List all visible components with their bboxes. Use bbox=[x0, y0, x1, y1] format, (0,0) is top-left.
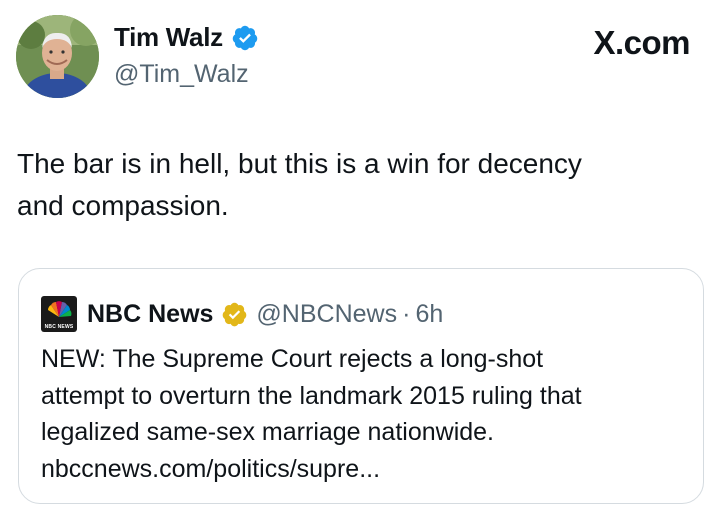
separator-dot: · bbox=[402, 299, 411, 328]
avatar[interactable] bbox=[16, 15, 99, 98]
nbc-logo-icon: NBC NEWS bbox=[41, 296, 77, 332]
author-name-text[interactable]: Tim Walz bbox=[114, 22, 223, 53]
site-label: X.com bbox=[593, 24, 690, 61]
tweet-text-line: The bar is in hell, but this is a win fo… bbox=[17, 148, 582, 179]
tweet-text: The bar is in hell, but this is a win fo… bbox=[17, 143, 707, 227]
quoted-tweet-text-line: attempt to overturn the landmark 2015 ru… bbox=[41, 381, 582, 410]
quoted-tweet-text-line: NEW: The Supreme Court rejects a long-sh… bbox=[41, 345, 544, 373]
author-name[interactable]: Tim Walz bbox=[114, 22, 259, 53]
quoted-tweet-text-line: legalized same-sex marriage nationwide. bbox=[41, 418, 495, 446]
quoted-tweet-card[interactable]: NBC NEWS NBC News @NBCNews · 6h NEW: The… bbox=[18, 268, 704, 504]
quoted-author-handle[interactable]: @NBCNews bbox=[256, 300, 397, 329]
quoted-author-name[interactable]: NBC News bbox=[87, 300, 213, 329]
verified-badge-icon bbox=[232, 25, 258, 50]
gold-verified-badge-icon bbox=[223, 302, 247, 326]
quoted-tweet-header: NBC NEWS NBC News @NBCNews · 6h bbox=[41, 296, 443, 332]
avatar-photo bbox=[16, 15, 99, 98]
timestamp[interactable]: 6h bbox=[415, 300, 443, 329]
nbc-logo-text: NBC NEWS bbox=[44, 324, 74, 330]
tweet-text-line: and compassion. bbox=[17, 190, 229, 221]
quoted-tweet-text: NEW: The Supreme Court rejects a long-sh… bbox=[41, 341, 691, 487]
author-handle[interactable]: @Tim_Walz bbox=[114, 60, 249, 89]
article-link[interactable]: nbccnews.com/politics/supre... bbox=[41, 451, 691, 488]
